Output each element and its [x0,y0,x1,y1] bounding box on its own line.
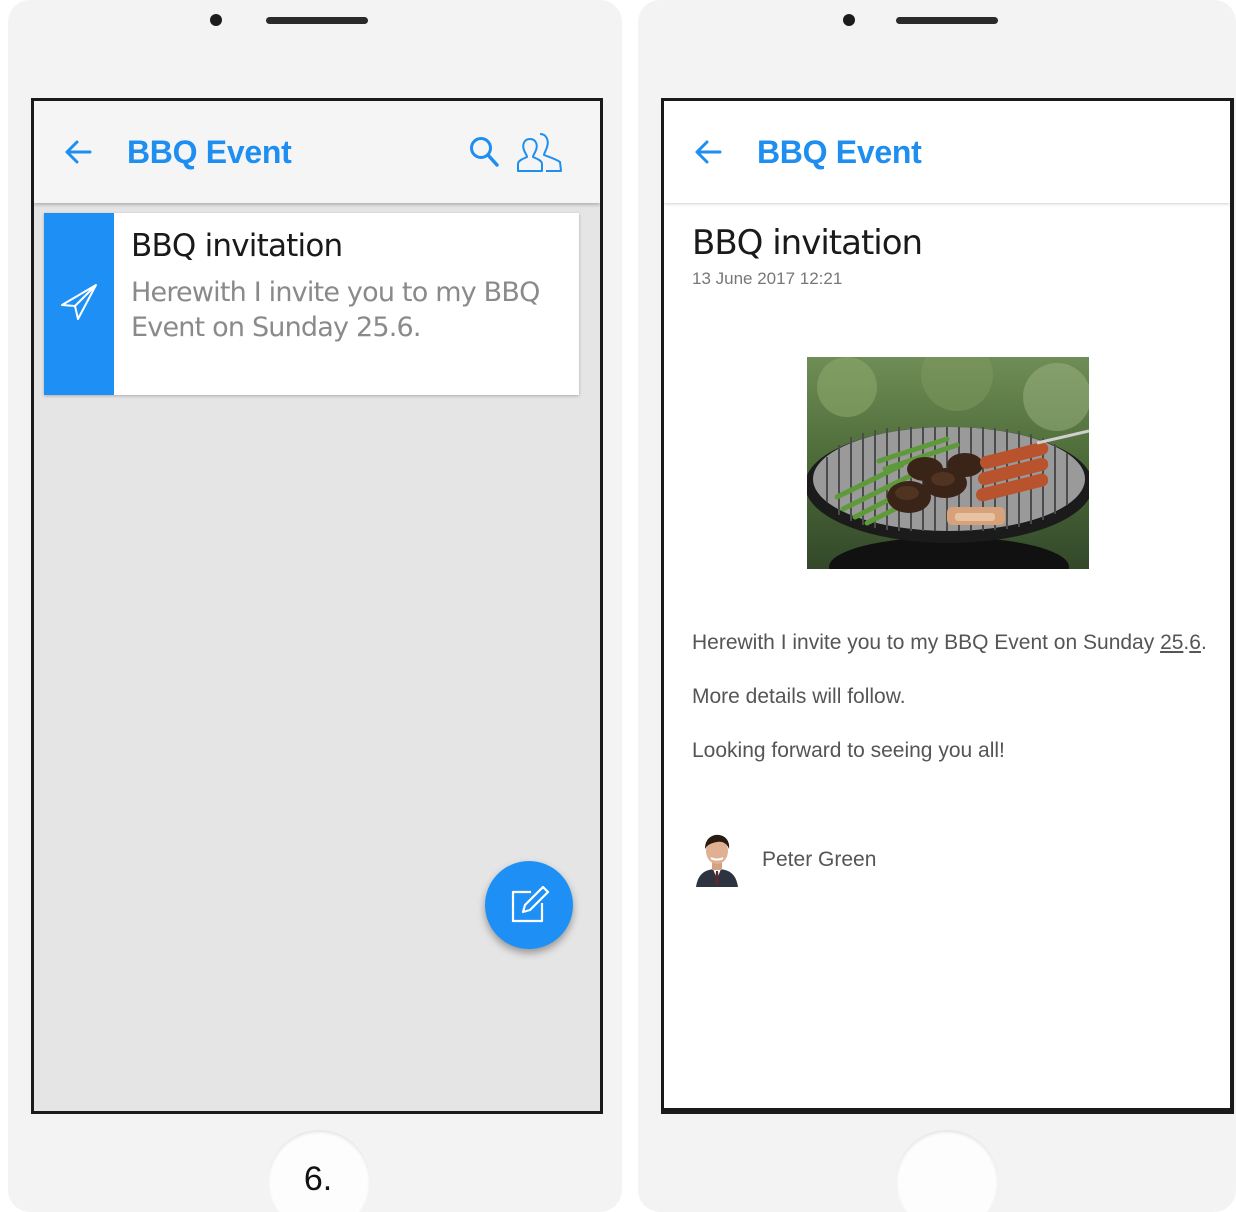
message-list-screen: BBQ Event BBQ invitation Herewith I invi… [31,98,603,1114]
front-camera [210,14,222,26]
message-preview: Herewith I invite you to my BBQ Event on… [131,277,540,343]
message-detail-screen: BBQ Event BBQ invitation 13 June 2017 12… [661,98,1234,1114]
sentence-end: . [1200,631,1207,654]
front-camera [843,14,855,26]
send-icon [61,284,97,320]
message-date: 13 June 2017 12:21 [692,269,843,288]
paragraph-text: Herewith I invite you to my BBQ Event on… [692,631,1161,654]
message-type-strip [44,213,114,395]
edit-icon [511,885,550,923]
page-title: BBQ Event [757,134,922,170]
compose-button[interactable] [485,861,573,949]
phone-frame-detail: BBQ Event BBQ invitation 13 June 2017 12… [638,0,1236,1212]
sender-name: Peter Green [762,848,877,871]
message-paragraph: Looking forward to seeing you all! [692,739,1005,762]
step-number: 6. [303,1160,333,1198]
group-icon[interactable] [516,131,566,173]
earpiece-speaker [266,17,368,24]
phone-frame-list: BBQ Event BBQ invitation Herewith I invi… [8,0,622,1212]
date-link-month[interactable]: 6 [1189,631,1201,654]
page-title: BBQ Event [127,134,292,170]
app-bar: BBQ Event [664,101,1230,203]
earpiece-speaker [896,17,998,24]
avatar[interactable] [694,831,740,887]
arrow-left-icon[interactable] [62,136,94,168]
message-title: BBQ invitation [131,228,343,264]
home-button[interactable] [896,1130,998,1212]
search-icon[interactable] [468,135,500,169]
message-paragraph: Herewith I invite you to my BBQ Event on… [692,631,1207,655]
arrow-left-icon[interactable] [692,136,724,168]
message-list-item[interactable]: BBQ invitation Herewith I invite you to … [44,213,579,395]
message-paragraph: More details will follow. [692,685,906,708]
bbq-grill-photo [807,357,1089,569]
date-link-day[interactable]: 25 [1160,631,1183,654]
message-title: BBQ invitation [692,223,923,263]
app-bar: BBQ Event [34,101,600,203]
